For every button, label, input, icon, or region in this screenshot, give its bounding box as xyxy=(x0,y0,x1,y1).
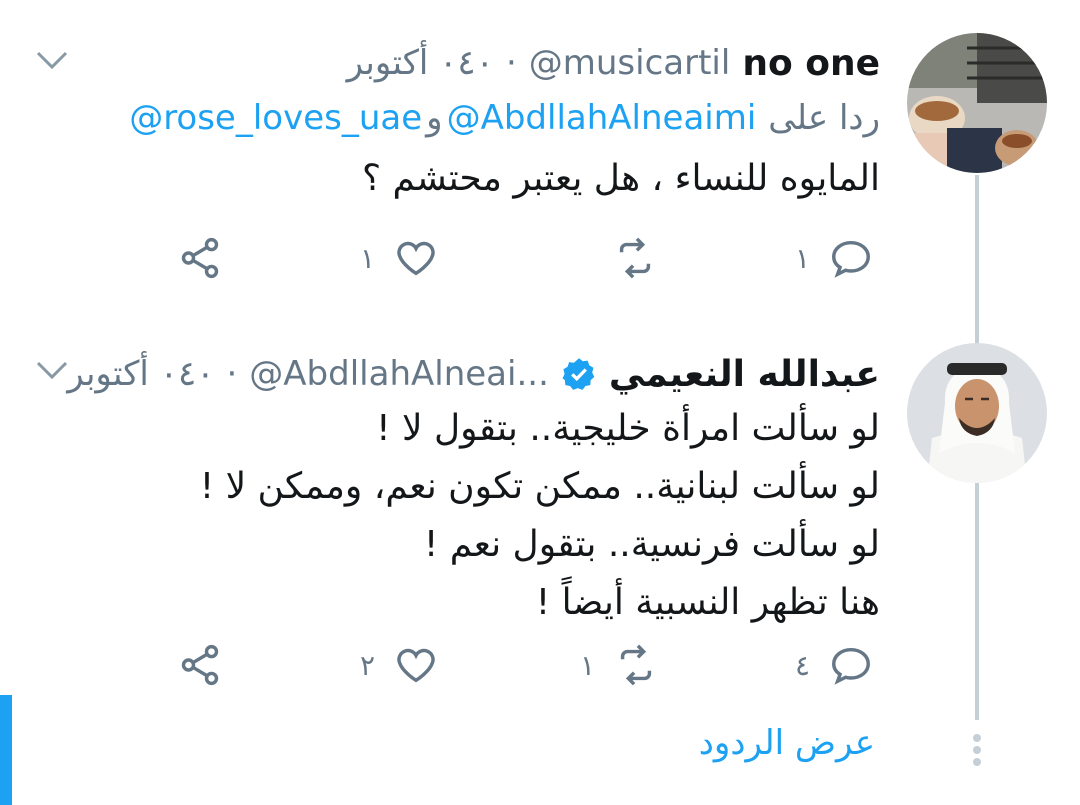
retweet-icon xyxy=(619,237,651,279)
tweet-text-line: لو سألت لبنانية.. ممكن تكون نعم، وممكن ل… xyxy=(199,466,880,507)
replying-to: ردا على @AbdllahAlneaimi و @rose_loves_u… xyxy=(129,98,880,138)
share-button[interactable] xyxy=(177,233,223,283)
like-button[interactable]: ٢ xyxy=(360,640,439,690)
like-count: ٢ xyxy=(360,648,376,682)
separator-dot: · xyxy=(226,354,238,394)
replying-to-joiner: و xyxy=(426,98,443,138)
reply-count: ١ xyxy=(795,241,811,275)
chevron-down-icon[interactable] xyxy=(32,355,72,385)
tweet-text-line: هنا تظهر النسبية أيضاً ! xyxy=(535,582,880,623)
photo-avatar-hands-cake-icon xyxy=(907,33,1047,173)
tweet-text-line: لو سألت امرأة خليجية.. بتقول لا ! xyxy=(376,408,880,449)
username[interactable]: @AbdllahAlneai... xyxy=(249,354,549,394)
tweet-header: عبدالله النعيمي @AbdllahAlneai... · ٠٤٠ … xyxy=(67,349,880,399)
thread-more-dots-icon xyxy=(970,730,984,770)
tweet-text-line: المايوه للنساء ، هل يعتبر محتشم ؟ xyxy=(361,158,880,199)
tweet-header: no one @musicartil · ٠٤٠ أكتوبر xyxy=(347,38,880,88)
reply-icon xyxy=(832,240,871,278)
reply-button[interactable]: ١ xyxy=(795,233,874,283)
timestamp[interactable]: ٠٤٠ أكتوبر xyxy=(67,354,214,394)
reply-button[interactable]: ٤ xyxy=(795,640,874,690)
share-icon xyxy=(181,237,219,279)
avatar[interactable] xyxy=(907,343,1047,483)
mention-link[interactable]: @AbdllahAlneaimi xyxy=(447,98,757,138)
verified-badge-icon xyxy=(562,358,595,390)
tweet-text-line: لو سألت فرنسية.. بتقول نعم ! xyxy=(423,524,880,565)
tweet-text: المايوه للنساء ، هل يعتبر محتشم ؟ xyxy=(362,150,880,208)
share-button[interactable] xyxy=(177,640,223,690)
like-button[interactable]: ١ xyxy=(360,233,439,283)
chevron-down-icon[interactable] xyxy=(32,45,72,75)
avatar[interactable] xyxy=(907,33,1047,173)
thread-line-top xyxy=(975,175,979,345)
retweet-button[interactable] xyxy=(612,233,676,283)
thread-line-bottom xyxy=(975,480,979,720)
mention-link[interactable]: @rose_loves_uae xyxy=(129,98,422,138)
like-count: ١ xyxy=(360,241,376,275)
display-name[interactable]: عبدالله النعيمي xyxy=(609,354,880,395)
timestamp[interactable]: ٠٤٠ أكتوبر xyxy=(347,43,494,83)
replying-to-label: ردا على xyxy=(768,98,880,138)
scroll-edge-accent xyxy=(0,695,12,805)
reply-count: ٤ xyxy=(795,648,811,682)
separator-dot: · xyxy=(505,43,517,83)
retweet-count: ١ xyxy=(580,648,596,682)
retweet-icon xyxy=(620,644,652,686)
photo-avatar-man-ghutra-icon xyxy=(907,343,1047,483)
heart-icon xyxy=(397,241,435,276)
show-replies-link[interactable]: عرض الردود xyxy=(699,723,875,763)
username[interactable]: @musicartil xyxy=(529,43,731,83)
display-name[interactable]: no one xyxy=(742,43,880,84)
share-icon xyxy=(181,644,219,686)
reply-icon xyxy=(832,647,871,685)
heart-icon xyxy=(397,648,435,683)
tweet-text: لو سألت امرأة خليجية.. بتقول لا ! لو سأل… xyxy=(200,400,880,632)
retweet-button[interactable]: ١ xyxy=(580,640,659,690)
